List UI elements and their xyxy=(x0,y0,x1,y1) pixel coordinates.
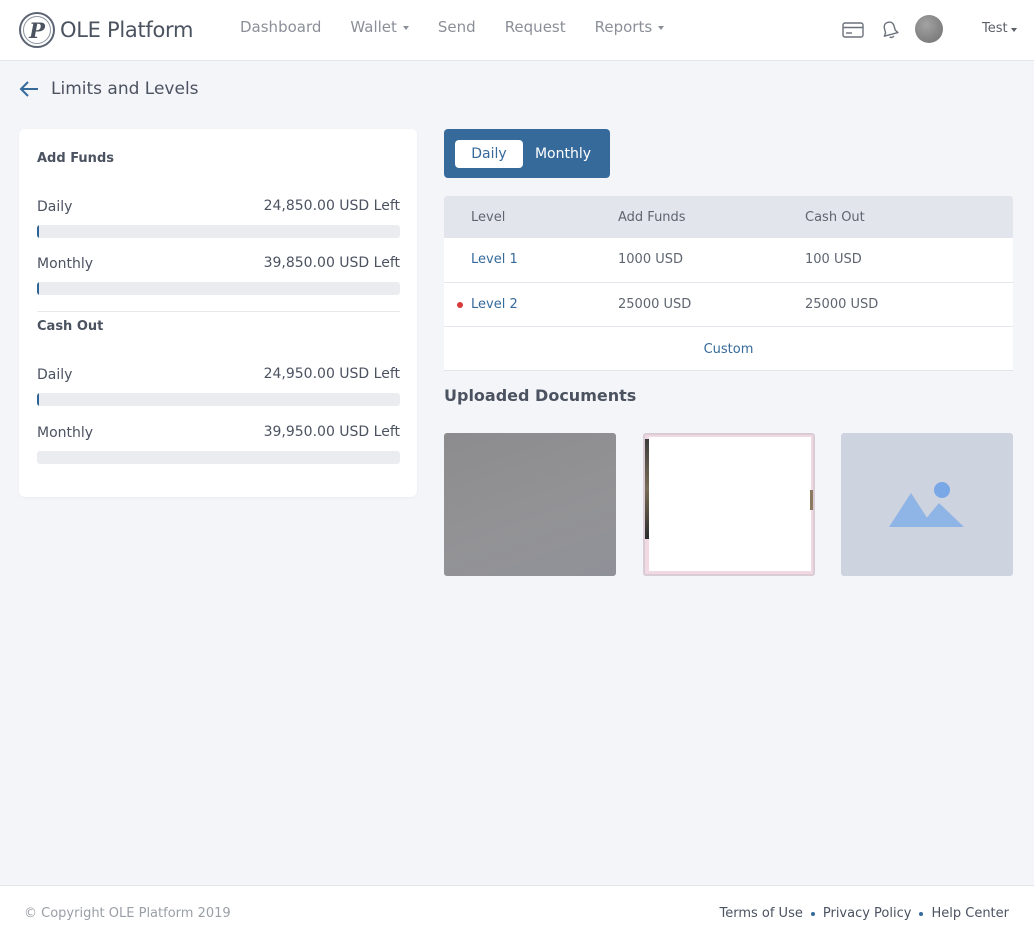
nav-request[interactable]: Request xyxy=(505,18,566,36)
nav-reports-label: Reports xyxy=(594,18,653,36)
cash-out-title: Cash Out xyxy=(37,319,104,334)
page-header: Limits and Levels xyxy=(19,78,199,100)
nav-request-label: Request xyxy=(504,18,566,36)
logo[interactable]: P OLE Platform xyxy=(19,12,193,48)
nav-wallet-label: Wallet xyxy=(350,18,397,36)
cash-out-cell: 25000 USD xyxy=(805,297,879,312)
table-bottom-border xyxy=(444,370,1013,371)
progress-fill xyxy=(37,282,39,295)
caret-down-icon xyxy=(402,26,409,30)
limit-remaining: 24,850.00 USD Left xyxy=(263,198,400,214)
column-header-level: Level xyxy=(471,210,506,225)
progress-fill xyxy=(37,393,39,406)
limits-card: Add Funds Daily 24,850.00 USD Left Month… xyxy=(19,129,417,497)
cash-out-cell: 100 USD xyxy=(805,252,862,267)
table-row: Level 2 25000 USD 25000 USD xyxy=(444,282,1013,326)
logo-mark: P xyxy=(19,12,55,48)
image-placeholder-icon xyxy=(889,481,964,527)
table-header: Level Add Funds Cash Out xyxy=(444,196,1013,238)
caret-down-icon xyxy=(1010,27,1017,32)
privacy-policy-link[interactable]: Privacy Policy xyxy=(823,906,912,921)
footer: © Copyright OLE Platform 2019 Terms of U… xyxy=(0,885,1034,940)
footer-links: Terms of Use Privacy Policy Help Center xyxy=(719,906,1009,921)
card-icon[interactable] xyxy=(841,18,865,42)
logo-letter: P xyxy=(29,17,45,43)
document-thumbnail[interactable] xyxy=(444,433,616,576)
limit-remaining: 39,950.00 USD Left xyxy=(263,424,400,440)
progress-bar xyxy=(37,225,400,238)
image-placeholder[interactable] xyxy=(841,433,1013,576)
limit-label: Daily xyxy=(37,367,73,383)
thumbnail-edge xyxy=(810,490,813,510)
toggle-monthly[interactable]: Monthly xyxy=(527,140,599,168)
limit-label: Monthly xyxy=(37,425,94,441)
main-nav: Dashboard Wallet Send Request Reports xyxy=(240,18,693,36)
progress-bar xyxy=(37,393,400,406)
column-header-add-funds: Add Funds xyxy=(618,210,686,225)
user-menu[interactable]: Test xyxy=(982,21,1017,36)
table-row: Level 1 1000 USD 100 USD xyxy=(444,238,1013,282)
nav-reports[interactable]: Reports xyxy=(595,18,665,36)
limit-remaining: 24,950.00 USD Left xyxy=(263,366,400,382)
progress-bar xyxy=(37,282,400,295)
limit-label: Daily xyxy=(37,199,73,215)
separator-dot xyxy=(810,911,815,916)
nav-dashboard-label: Dashboard xyxy=(240,18,322,36)
custom-level-link[interactable]: Custom xyxy=(704,342,754,357)
uploaded-documents-title: Uploaded Documents xyxy=(444,386,637,405)
custom-row: Custom xyxy=(444,326,1013,371)
document-thumbnail[interactable] xyxy=(643,433,815,576)
nav-dashboard[interactable]: Dashboard xyxy=(240,18,321,36)
period-toggle: Daily Monthly xyxy=(444,129,610,178)
app-name: OLE Platform xyxy=(60,18,194,42)
nav-wallet[interactable]: Wallet xyxy=(350,18,409,36)
document-page xyxy=(649,437,811,571)
add-funds-cell: 25000 USD xyxy=(618,297,692,312)
level-link[interactable]: Level 2 xyxy=(471,297,518,312)
nav-send-label: Send xyxy=(437,18,476,36)
level-link[interactable]: Level 1 xyxy=(471,252,518,267)
column-header-cash-out: Cash Out xyxy=(805,210,865,225)
separator-dot xyxy=(919,911,924,916)
terms-of-use-link[interactable]: Terms of Use xyxy=(719,906,802,921)
user-name: Test xyxy=(982,21,1008,36)
bell-icon[interactable] xyxy=(878,18,902,42)
progress-bar xyxy=(37,451,400,464)
copyright-text: © Copyright OLE Platform 2019 xyxy=(24,906,231,921)
current-level-dot xyxy=(457,302,463,308)
add-funds-title: Add Funds xyxy=(37,151,114,166)
limit-remaining: 39,850.00 USD Left xyxy=(263,255,400,271)
nav-send[interactable]: Send xyxy=(438,18,476,36)
back-arrow-icon[interactable] xyxy=(19,78,41,100)
add-funds-cell: 1000 USD xyxy=(618,252,683,267)
toggle-daily[interactable]: Daily xyxy=(455,140,523,168)
section-divider xyxy=(37,311,400,312)
top-navbar: P OLE Platform Dashboard Wallet Send Req… xyxy=(0,0,1034,61)
limit-label: Monthly xyxy=(37,256,94,272)
page-title: Limits and Levels xyxy=(51,79,199,99)
levels-table: Level Add Funds Cash Out Level 1 1000 US… xyxy=(444,196,1013,371)
progress-fill xyxy=(37,225,39,238)
avatar[interactable] xyxy=(915,15,943,43)
help-center-link[interactable]: Help Center xyxy=(931,906,1009,921)
caret-down-icon xyxy=(658,26,665,30)
